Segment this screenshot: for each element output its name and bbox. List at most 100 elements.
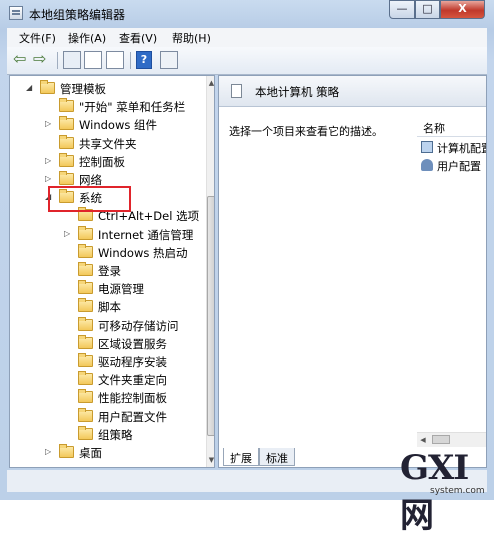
tree-item-label: 脚本 (98, 300, 121, 315)
folder-icon (78, 280, 93, 295)
tree-item-label: 可移动存储访问 (98, 318, 179, 333)
tab-standard[interactable]: 标准 (259, 448, 295, 466)
tree-item-label: 电源管理 (98, 282, 144, 297)
scroll-thumb[interactable] (432, 435, 450, 444)
minimize-button[interactable]: — (389, 0, 415, 19)
tree-item[interactable]: 组策略 (10, 425, 205, 444)
expand-arrow-icon[interactable]: ▷ (45, 119, 55, 128)
tree-item-label: 登录 (98, 264, 121, 278)
details-header: 本地计算机 策略 (219, 76, 486, 107)
watermark-url: system.com (430, 486, 485, 496)
tab-extended[interactable]: 扩展 (223, 448, 259, 466)
folder-icon (78, 407, 93, 422)
folder-icon (78, 225, 93, 240)
folder-icon (78, 353, 93, 367)
tree-item-label: 区域设置服务 (98, 336, 167, 351)
tree-item-label: 管理模板 (60, 82, 106, 96)
close-button[interactable]: X (440, 0, 485, 19)
tree-item[interactable]: 电源管理 (10, 280, 205, 298)
expand-arrow-icon[interactable]: ◢ (26, 83, 36, 92)
tree-item[interactable]: ◢ 管理模板 (10, 80, 205, 98)
tree-item[interactable]: ▷ 控制面板 (10, 152, 205, 171)
menu-view[interactable]: 查看(V) (119, 30, 157, 46)
list-item-label: 用户配置 (437, 160, 481, 173)
scroll-up-arrow-icon[interactable]: ▲ (207, 76, 214, 90)
export-list-icon[interactable] (106, 51, 124, 69)
folder-icon (78, 298, 93, 313)
folder-icon (78, 262, 93, 276)
tree-item-label: Internet 通信管理 (98, 227, 194, 242)
filter-icon[interactable] (160, 51, 178, 69)
expand-arrow-icon[interactable]: ▷ (45, 174, 55, 183)
folder-icon (59, 171, 74, 185)
description-text: 选择一个项目来查看它的描述。 (229, 125, 383, 138)
scroll-left-arrow-icon[interactable]: ◀ (417, 433, 429, 447)
policy-document-icon (231, 84, 242, 98)
back-arrow-icon[interactable]: ⇦ (13, 51, 31, 69)
menu-bar: 文件(F) 操作(A) 查看(V) 帮助(H) (7, 28, 487, 47)
tree-item[interactable]: 驱动程序安装 (10, 353, 205, 371)
tree-item-label: 桌面 (79, 446, 102, 460)
details-pane: 本地计算机 策略 选择一个项目来查看它的描述。 名称 计算机配置 用户配置 ◀ … (218, 75, 487, 468)
tree-item[interactable]: ▷ Internet 通信管理 (10, 225, 205, 244)
tree-item[interactable]: ▷ 桌面 (10, 444, 205, 462)
tree-item[interactable]: Windows 热启动 (10, 243, 205, 262)
tree-item-label: "开始" 菜单和任务栏 (79, 100, 186, 115)
folder-icon (59, 98, 74, 113)
folder-icon (78, 389, 93, 404)
tree-item[interactable]: "开始" 菜单和任务栏 (10, 98, 205, 116)
folder-icon (78, 334, 93, 349)
forward-arrow-icon[interactable]: ⇨ (33, 51, 51, 69)
details-header-title: 本地计算机 策略 (255, 85, 340, 99)
tree-item-label: 驱动程序安装 (98, 355, 167, 369)
details-horizontal-scrollbar[interactable]: ◀ (417, 432, 486, 447)
menu-help[interactable]: 帮助(H) (172, 30, 211, 46)
tree-vertical-scrollbar[interactable]: ▲ ▼ (206, 76, 214, 467)
user-config-icon (421, 159, 433, 171)
tree-item[interactable]: 登录 (10, 262, 205, 280)
expand-arrow-icon[interactable]: ▷ (64, 229, 74, 238)
maximize-button[interactable]: □ (415, 0, 440, 19)
folder-icon (40, 80, 55, 94)
toolbar-separator (57, 52, 58, 69)
tree-item[interactable]: 性能控制面板 (10, 389, 205, 407)
properties-icon[interactable] (84, 51, 102, 69)
expand-arrow-icon[interactable]: ▷ (45, 156, 55, 165)
computer-config-icon (421, 141, 433, 153)
scroll-thumb[interactable] (207, 196, 214, 436)
menu-file[interactable]: 文件(F) (19, 30, 56, 46)
tree-item-label: Windows 组件 (79, 118, 157, 133)
highlight-box (48, 186, 131, 212)
column-header-name[interactable]: 名称 (417, 116, 486, 137)
folder-icon (59, 134, 74, 149)
folder-icon (59, 152, 74, 167)
folder-icon (78, 243, 93, 258)
menu-action[interactable]: 操作(A) (68, 30, 106, 46)
help-icon[interactable]: ? (136, 51, 152, 69)
tree-item[interactable]: 共享文件夹 (10, 134, 205, 153)
tree-item-label: 性能控制面板 (98, 391, 167, 406)
title-bar[interactable]: 本地组策略编辑器 — □ X (0, 0, 494, 27)
tree-pane: ◢ 管理模板 "开始" 菜单和任务栏 ▷ Windows 组件 共享文件夹 ▷ 控制面板 ▷ 网络… (9, 75, 215, 468)
folder-icon (78, 425, 93, 440)
folder-icon (59, 116, 74, 131)
tree-item[interactable]: 区域设置服务 (10, 334, 205, 353)
tree-item[interactable]: 脚本 (10, 298, 205, 316)
tree-item-label: 文件夹重定向 (98, 373, 167, 388)
tree-item-label: 共享文件夹 (79, 136, 137, 151)
scroll-down-arrow-icon[interactable]: ▼ (207, 453, 214, 467)
tree-item-label: 组策略 (98, 427, 133, 442)
column-header-label: 名称 (423, 122, 445, 135)
tree-item[interactable]: 文件夹重定向 (10, 371, 205, 389)
show-hide-tree-icon[interactable] (63, 51, 81, 69)
window-title: 本地组策略编辑器 (29, 8, 126, 22)
policy-editor-app-icon (9, 6, 23, 20)
tree-item[interactable]: 可移动存储访问 (10, 316, 205, 335)
app-window: 本地组策略编辑器 — □ X 文件(F) 操作(A) 查看(V) 帮助(H) ⇦… (0, 0, 494, 536)
tree-item-label: 控制面板 (79, 154, 125, 169)
toolbar: ⇦ ⇨ ? (7, 47, 487, 75)
tree-item[interactable]: 用户配置文件 (10, 407, 205, 426)
expand-arrow-icon[interactable]: ▷ (45, 447, 55, 456)
tree-item[interactable]: ▷ Windows 组件 (10, 116, 205, 134)
tree-item-label: Windows 热启动 (98, 245, 188, 260)
